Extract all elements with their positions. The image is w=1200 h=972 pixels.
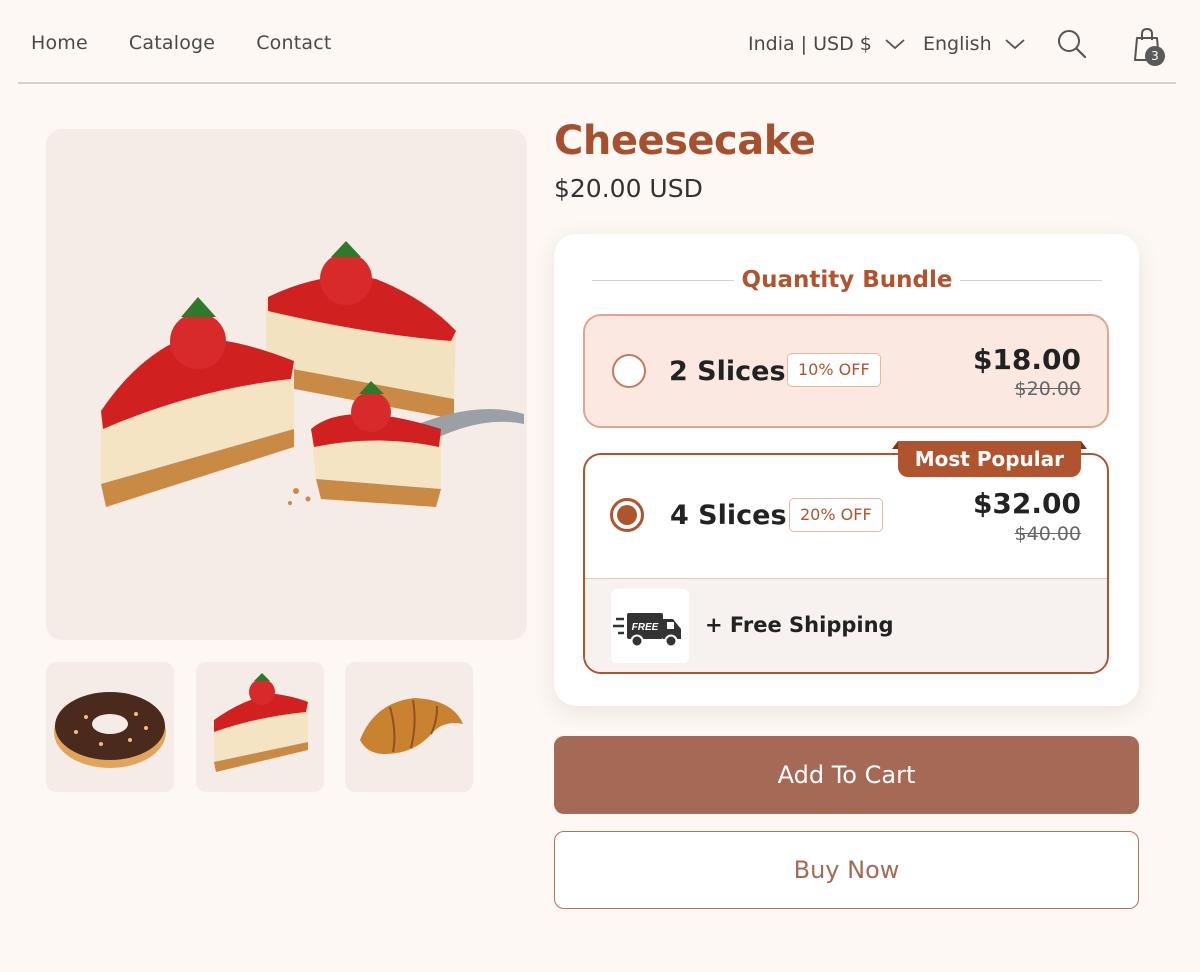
option-compare-price: $20.00 bbox=[1014, 378, 1081, 400]
thumbnail-donut[interactable] bbox=[46, 662, 174, 792]
cart-count-badge: 3 bbox=[1145, 46, 1165, 66]
nav-contact[interactable]: Contact bbox=[256, 32, 331, 54]
free-shipping-row: FREE + Free Shipping bbox=[585, 578, 1107, 672]
main-nav: Home Cataloge Contact bbox=[31, 32, 373, 54]
buy-now-button[interactable]: Buy Now bbox=[554, 831, 1139, 909]
chevron-down-icon bbox=[1005, 39, 1025, 50]
bundle-option-4-slices[interactable]: Most Popular 4 Slices 20% OFF $32.00 $40… bbox=[583, 441, 1109, 674]
nav-cataloge[interactable]: Cataloge bbox=[129, 32, 215, 54]
option-price: $18.00 bbox=[972, 343, 1081, 376]
thumbnail-cheesecake[interactable] bbox=[196, 662, 324, 792]
language-selector[interactable]: English bbox=[923, 33, 1026, 55]
truck-icon-box: FREE bbox=[611, 589, 689, 663]
divider bbox=[960, 279, 1103, 281]
cheesecake-slice-image bbox=[214, 673, 308, 772]
add-to-cart-button[interactable]: Add To Cart bbox=[554, 736, 1139, 814]
bundle-option-2-slices[interactable]: 2 Slices 10% OFF $18.00 $20.00 bbox=[583, 314, 1109, 428]
country-currency-label: India | USD $ bbox=[748, 33, 872, 55]
chocolate-donut-image bbox=[54, 692, 166, 768]
truck-free-label: FREE bbox=[632, 622, 659, 633]
delivery-truck-icon: FREE bbox=[613, 613, 681, 648]
free-shipping-text: + Free Shipping bbox=[705, 613, 894, 637]
bundle-heading-text: Quantity Bundle bbox=[741, 267, 953, 293]
country-currency-selector[interactable]: India | USD $ bbox=[748, 33, 906, 55]
product-title: Cheesecake bbox=[554, 118, 816, 164]
discount-badge: 20% OFF bbox=[789, 498, 883, 532]
product-main-image[interactable] bbox=[46, 129, 527, 640]
search-icon[interactable] bbox=[1056, 28, 1088, 60]
nav-home[interactable]: Home bbox=[31, 32, 88, 54]
cheesecake-image bbox=[101, 241, 524, 507]
option-label: 4 Slices bbox=[670, 500, 787, 531]
radio-selected[interactable] bbox=[610, 498, 644, 532]
option-label: 2 Slices bbox=[669, 356, 786, 387]
product-price: $20.00 USD bbox=[554, 174, 703, 203]
quantity-bundle-card: Quantity Bundle 2 Slices 10% OFF $18.00 … bbox=[554, 234, 1139, 706]
radio-dot bbox=[617, 505, 637, 525]
language-label: English bbox=[923, 33, 992, 55]
discount-badge: 10% OFF bbox=[787, 353, 881, 387]
option-price: $32.00 bbox=[972, 487, 1081, 520]
option-compare-price: $40.00 bbox=[1014, 523, 1081, 545]
most-popular-ribbon: Most Popular bbox=[891, 441, 1088, 477]
croissant-image bbox=[360, 698, 463, 754]
radio-unselected[interactable] bbox=[612, 354, 646, 388]
thumbnail-croissant[interactable] bbox=[345, 662, 473, 792]
chevron-down-icon bbox=[885, 39, 905, 50]
divider bbox=[592, 279, 734, 281]
bundle-heading: Quantity Bundle bbox=[592, 266, 1103, 294]
